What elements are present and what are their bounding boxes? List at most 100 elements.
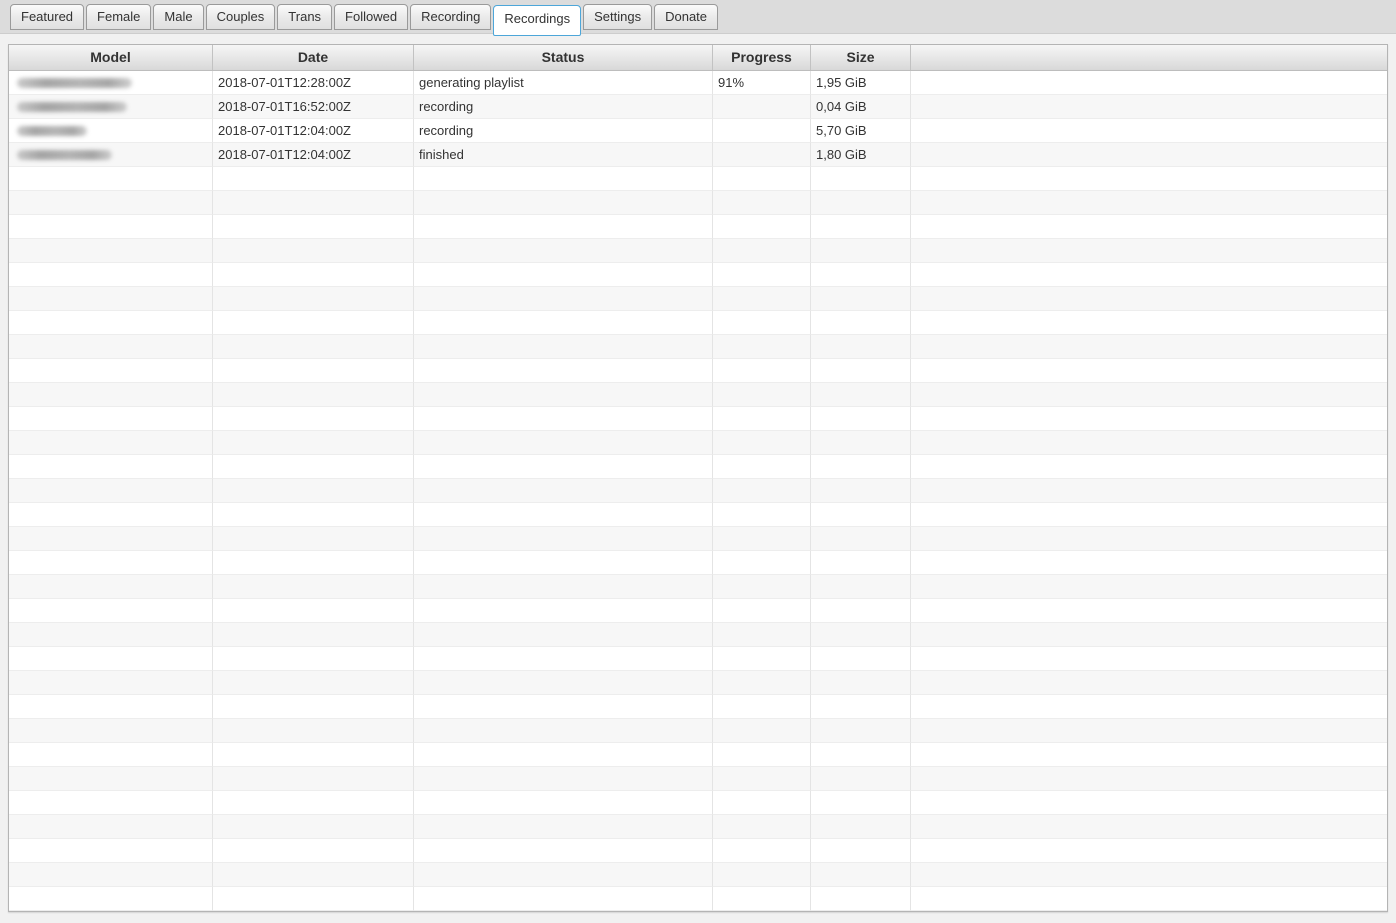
table-row-empty[interactable] [9,743,1387,767]
table-row-empty[interactable] [9,263,1387,287]
table-row-empty[interactable] [9,167,1387,191]
cell-date [213,839,414,863]
tab-label: Recordings [504,11,571,26]
cell-size [811,599,911,623]
cell-date [213,239,414,263]
table-header-row: Model Date Status Progress Size [9,45,1387,71]
table-row-empty[interactable] [9,863,1387,887]
cell-extra [911,863,1387,887]
table-row-empty[interactable] [9,695,1387,719]
table-row[interactable]: 2018-07-01T12:04:00Z finished 1,80 GiB [9,143,1387,167]
table-row-empty[interactable] [9,791,1387,815]
tab-male[interactable]: Male [153,4,204,30]
column-header-blank [911,45,1387,70]
cell-date [213,815,414,839]
cell-progress [713,431,811,455]
table-row-empty[interactable] [9,815,1387,839]
column-header-date[interactable]: Date [213,45,414,70]
cell-progress [713,671,811,695]
cell-date [213,743,414,767]
table-row-empty[interactable] [9,719,1387,743]
tab-label: Featured [21,9,74,24]
table-row-empty[interactable] [9,839,1387,863]
table-row-empty[interactable] [9,311,1387,335]
cell-model [9,791,213,815]
table-row-empty[interactable] [9,335,1387,359]
tab-featured[interactable]: Featured [10,4,85,30]
table-row-empty[interactable] [9,383,1387,407]
cell-progress [713,95,811,119]
cell-progress [713,479,811,503]
cell-extra [911,647,1387,671]
cell-date [213,887,414,911]
cell-model [9,743,213,767]
tab-recording[interactable]: Recording [410,4,492,30]
tab-female[interactable]: Female [86,4,152,30]
cell-extra [911,95,1387,119]
table-row-empty[interactable] [9,215,1387,239]
table-row-empty[interactable] [9,671,1387,695]
cell-status [414,503,713,527]
cell-model [9,215,213,239]
table-row-empty[interactable] [9,887,1387,911]
table-row-empty[interactable] [9,239,1387,263]
table-row-empty[interactable] [9,479,1387,503]
cell-progress [713,335,811,359]
cell-status [414,383,713,407]
table-row[interactable]: 2018-07-01T12:04:00Z recording 5,70 GiB [9,119,1387,143]
table-row[interactable]: 2018-07-01T16:52:00Z recording 0,04 GiB [9,95,1387,119]
redacted-model-name [17,125,87,136]
cell-model [9,71,213,95]
cell-extra [911,503,1387,527]
cell-extra [911,215,1387,239]
cell-date [213,647,414,671]
cell-extra [911,527,1387,551]
column-header-model[interactable]: Model [9,45,213,70]
table-row-empty[interactable] [9,575,1387,599]
table-row-empty[interactable] [9,551,1387,575]
cell-date [213,551,414,575]
cell-extra [911,359,1387,383]
tab-bar: Featured Female Male Couples Trans Follo… [0,0,1396,36]
cell-size: 1,95 GiB [811,71,911,95]
column-header-progress[interactable]: Progress [713,45,811,70]
table-row-empty[interactable] [9,599,1387,623]
column-header-status[interactable]: Status [414,45,713,70]
cell-size [811,815,911,839]
table-row-empty[interactable] [9,767,1387,791]
cell-size [811,791,911,815]
table-row-empty[interactable] [9,647,1387,671]
cell-status [414,623,713,647]
tab-recordings[interactable]: Recordings [493,5,582,36]
tab-settings[interactable]: Settings [583,4,653,30]
table-row-empty[interactable] [9,431,1387,455]
cell-progress [713,503,811,527]
cell-status: recording [414,119,713,143]
cell-status [414,239,713,263]
cell-size [811,407,911,431]
tab-couples[interactable]: Couples [205,4,276,30]
cell-date [213,503,414,527]
cell-size [811,287,911,311]
cell-progress [713,407,811,431]
table-row-empty[interactable] [9,503,1387,527]
tab-trans[interactable]: Trans [277,4,333,30]
table-row-empty[interactable] [9,527,1387,551]
cell-model [9,599,213,623]
cell-status [414,791,713,815]
table-row-empty[interactable] [9,287,1387,311]
cell-status [414,431,713,455]
table-row-empty[interactable] [9,407,1387,431]
cell-model [9,167,213,191]
tab-donate[interactable]: Donate [654,4,719,30]
cell-status [414,479,713,503]
cell-status [414,263,713,287]
cell-size [811,263,911,287]
table-row-empty[interactable] [9,191,1387,215]
table-row[interactable]: 2018-07-01T12:28:00Z generating playlist… [9,71,1387,95]
table-row-empty[interactable] [9,623,1387,647]
column-header-size[interactable]: Size [811,45,911,70]
table-row-empty[interactable] [9,455,1387,479]
tab-followed[interactable]: Followed [334,4,409,30]
table-row-empty[interactable] [9,359,1387,383]
